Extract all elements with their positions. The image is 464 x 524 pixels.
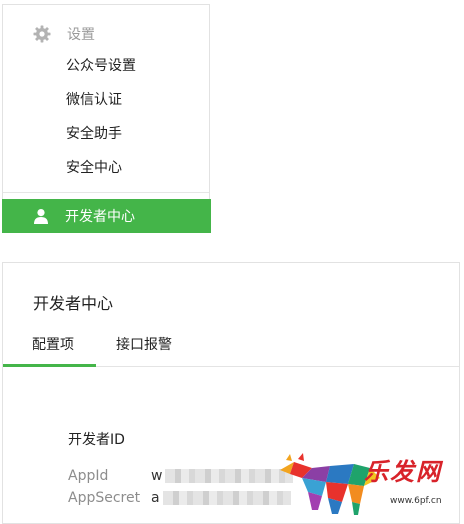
field-label-appid: AppId [68, 468, 109, 484]
sidebar-divider [3, 192, 209, 193]
watermark-logo: 乐发网 www.6pf.cn [272, 452, 462, 517]
appsecret-prefix: a [151, 490, 160, 506]
sidebar-item-security-center[interactable]: 安全中心 [66, 158, 122, 178]
field-value-appsecret: a [151, 490, 291, 506]
field-label-appsecret: AppSecret [68, 490, 141, 506]
sidebar-item-wechat-verify[interactable]: 微信认证 [66, 90, 122, 110]
active-tab-indicator [3, 364, 96, 367]
sidebar-item-account-settings[interactable]: 公众号设置 [66, 56, 136, 76]
sidebar-active-label: 开发者中心 [65, 209, 135, 225]
gear-icon [33, 25, 51, 43]
appid-prefix: w [151, 468, 163, 484]
tab-config[interactable]: 配置项 [32, 335, 74, 355]
sidebar-item-developer-center[interactable]: 开发者中心 [2, 199, 211, 233]
sidebar-group-label: 设置 [67, 27, 95, 43]
sidebar-item-security-assistant[interactable]: 安全助手 [66, 124, 122, 144]
sidebar-group-settings[interactable]: 设置 [33, 22, 95, 46]
section-title: 开发者ID [68, 432, 125, 448]
tab-interface-alarm[interactable]: 接口报警 [116, 335, 172, 355]
watermark-text: 乐发网 [364, 457, 442, 486]
sidebar-menu: 设置 公众号设置 微信认证 安全助手 安全中心 开发者中心 [2, 4, 211, 233]
user-icon [33, 208, 49, 224]
watermark-url: www.6pf.cn [390, 496, 442, 506]
page-title: 开发者中心 [33, 294, 114, 313]
